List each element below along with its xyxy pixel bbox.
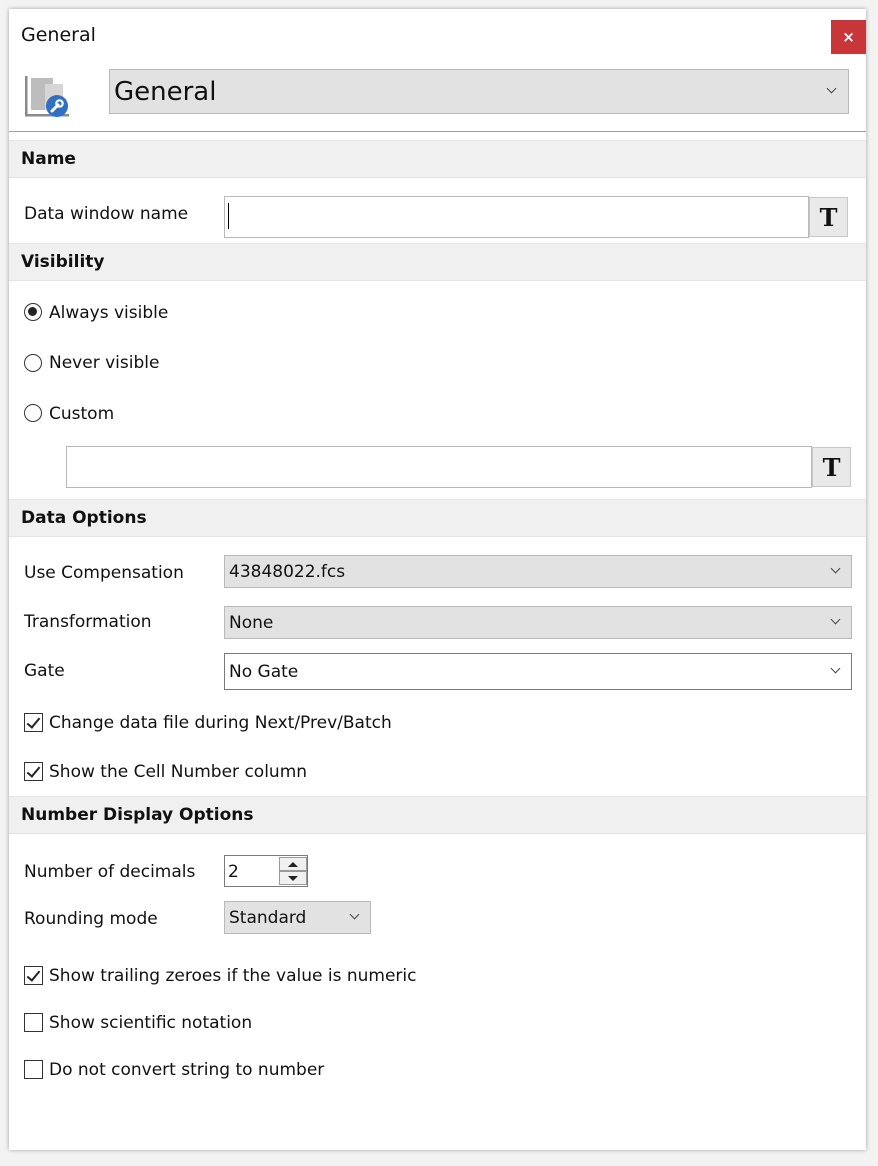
rounding-mode-select[interactable]: Standard (224, 901, 371, 934)
transformation-label: Transformation (24, 612, 152, 632)
use-compensation-value: 43848022.fcs (229, 561, 346, 582)
show-cell-number-checkbox[interactable] (24, 762, 43, 781)
rounding-mode-value: Standard (229, 907, 307, 928)
section-visibility-header: Visibility (9, 243, 866, 281)
section-number-display-title: Number Display Options (21, 805, 254, 825)
never-visible-label: Never visible (49, 353, 160, 373)
custom-visibility-input[interactable] (66, 446, 812, 488)
decimals-value: 2 (228, 862, 239, 882)
decimals-decrement-button[interactable] (279, 871, 307, 885)
custom-label: Custom (49, 404, 115, 424)
name-formula-button[interactable]: T (809, 197, 848, 237)
chevron-down-icon (349, 909, 360, 919)
transformation-select[interactable]: None (224, 606, 852, 639)
section-number-display-header: Number Display Options (9, 796, 866, 834)
rounding-mode-label: Rounding mode (24, 909, 158, 929)
document-wrench-icon (25, 76, 69, 117)
show-scientific-label: Show scientific notation (49, 1013, 253, 1033)
gate-value: No Gate (229, 661, 299, 682)
never-visible-radio[interactable] (24, 354, 42, 372)
arrow-down-icon (288, 875, 298, 881)
show-cell-number-label: Show the Cell Number column (49, 762, 308, 782)
gate-label: Gate (24, 661, 65, 681)
change-data-file-checkbox[interactable] (24, 713, 43, 732)
use-compensation-select[interactable]: 43848022.fcs (224, 555, 852, 588)
chevron-down-icon (830, 563, 841, 573)
section-name-header: Name (9, 140, 866, 178)
show-scientific-checkbox[interactable] (24, 1013, 43, 1032)
arrow-up-icon (288, 861, 298, 867)
show-trailing-zeroes-checkbox[interactable] (24, 966, 43, 985)
always-visible-radio[interactable] (24, 303, 42, 321)
gate-select[interactable]: No Gate (224, 653, 852, 690)
chevron-down-icon (830, 663, 841, 673)
close-button[interactable]: × (831, 20, 866, 54)
transformation-value: None (229, 612, 274, 633)
header-divider (9, 131, 866, 132)
chevron-down-icon (826, 83, 837, 93)
text-caret (228, 203, 229, 229)
no-string-convert-checkbox[interactable] (24, 1060, 43, 1079)
data-window-name-label: Data window name (24, 204, 189, 224)
always-visible-label: Always visible (49, 303, 169, 323)
use-compensation-label: Use Compensation (24, 563, 184, 583)
show-trailing-zeroes-label: Show trailing zeroes if the value is num… (49, 966, 417, 986)
section-data-options-title: Data Options (21, 508, 147, 528)
section-visibility-title: Visibility (21, 252, 105, 272)
section-data-options-header: Data Options (9, 499, 866, 537)
no-string-convert-label: Do not convert string to number (49, 1060, 325, 1080)
custom-formula-button[interactable]: T (812, 447, 851, 487)
custom-radio[interactable] (24, 404, 42, 422)
category-select-value: General (114, 76, 217, 107)
data-window-name-input[interactable] (224, 196, 809, 238)
change-data-file-label: Change data file during Next/Prev/Batch (49, 713, 392, 733)
general-dialog: General × General Name Data window name … (9, 9, 866, 1150)
decimals-stepper[interactable]: 2 (224, 855, 308, 887)
category-select[interactable]: General (109, 69, 849, 114)
decimals-increment-button[interactable] (279, 857, 307, 871)
window-title: General (21, 24, 96, 46)
chevron-down-icon (830, 614, 841, 624)
decimals-label: Number of decimals (24, 862, 196, 882)
section-name-title: Name (21, 149, 76, 169)
